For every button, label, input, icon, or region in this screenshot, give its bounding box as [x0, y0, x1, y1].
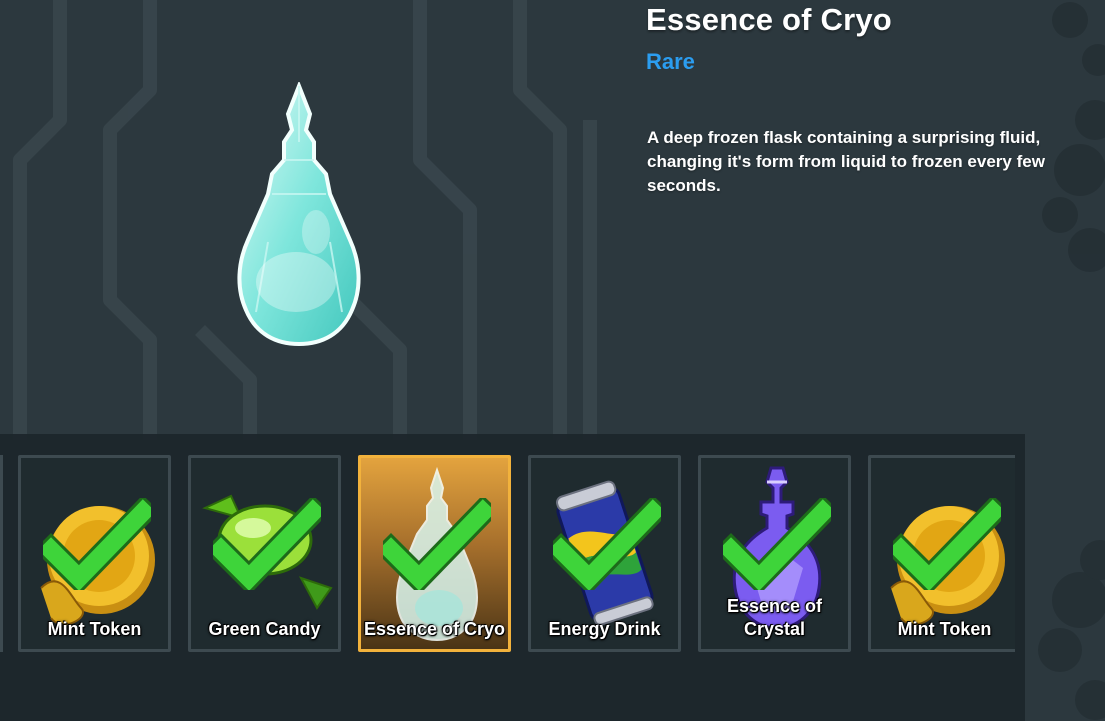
item-description: A deep frozen flask containing a surpris… — [647, 128, 1045, 195]
inventory-slot-partial[interactable] — [0, 455, 3, 652]
slot-label: Mint Token — [897, 619, 992, 639]
slot-label: Mint Token — [47, 619, 142, 639]
inventory-slot-mint-token-2[interactable]: Mint Token — [868, 455, 1015, 652]
slot-label: Energy Drink — [548, 619, 661, 639]
inventory-slot-energy-drink[interactable]: Energy Drink — [528, 455, 681, 652]
slot-label: Essence of Crystal — [726, 596, 823, 639]
slot-label: Essence of Cryo — [363, 619, 506, 639]
item-title: Essence of Cryo — [646, 2, 892, 37]
checkmark-icon — [723, 498, 831, 590]
inventory-slot-essence-of-crystal[interactable]: Essence of Crystal — [698, 455, 851, 652]
checkmark-icon — [553, 498, 661, 590]
checkmark-icon — [893, 498, 1001, 590]
cryo-flask-icon — [237, 82, 361, 347]
inventory-slot-essence-of-cryo[interactable]: Essence of Cryo — [358, 455, 511, 652]
checkmark-icon — [43, 498, 151, 590]
checkmark-icon — [383, 498, 491, 590]
inventory-slot-mint-token[interactable]: Mint Token — [18, 455, 171, 652]
inventory-strip: Mint Token Green Candy Essence of Cryo E… — [0, 434, 1015, 721]
inventory-slot-green-candy[interactable]: Green Candy — [188, 455, 341, 652]
item-rarity: Rare — [646, 49, 695, 74]
checkmark-icon — [213, 498, 321, 590]
slot-label: Green Candy — [208, 619, 321, 639]
